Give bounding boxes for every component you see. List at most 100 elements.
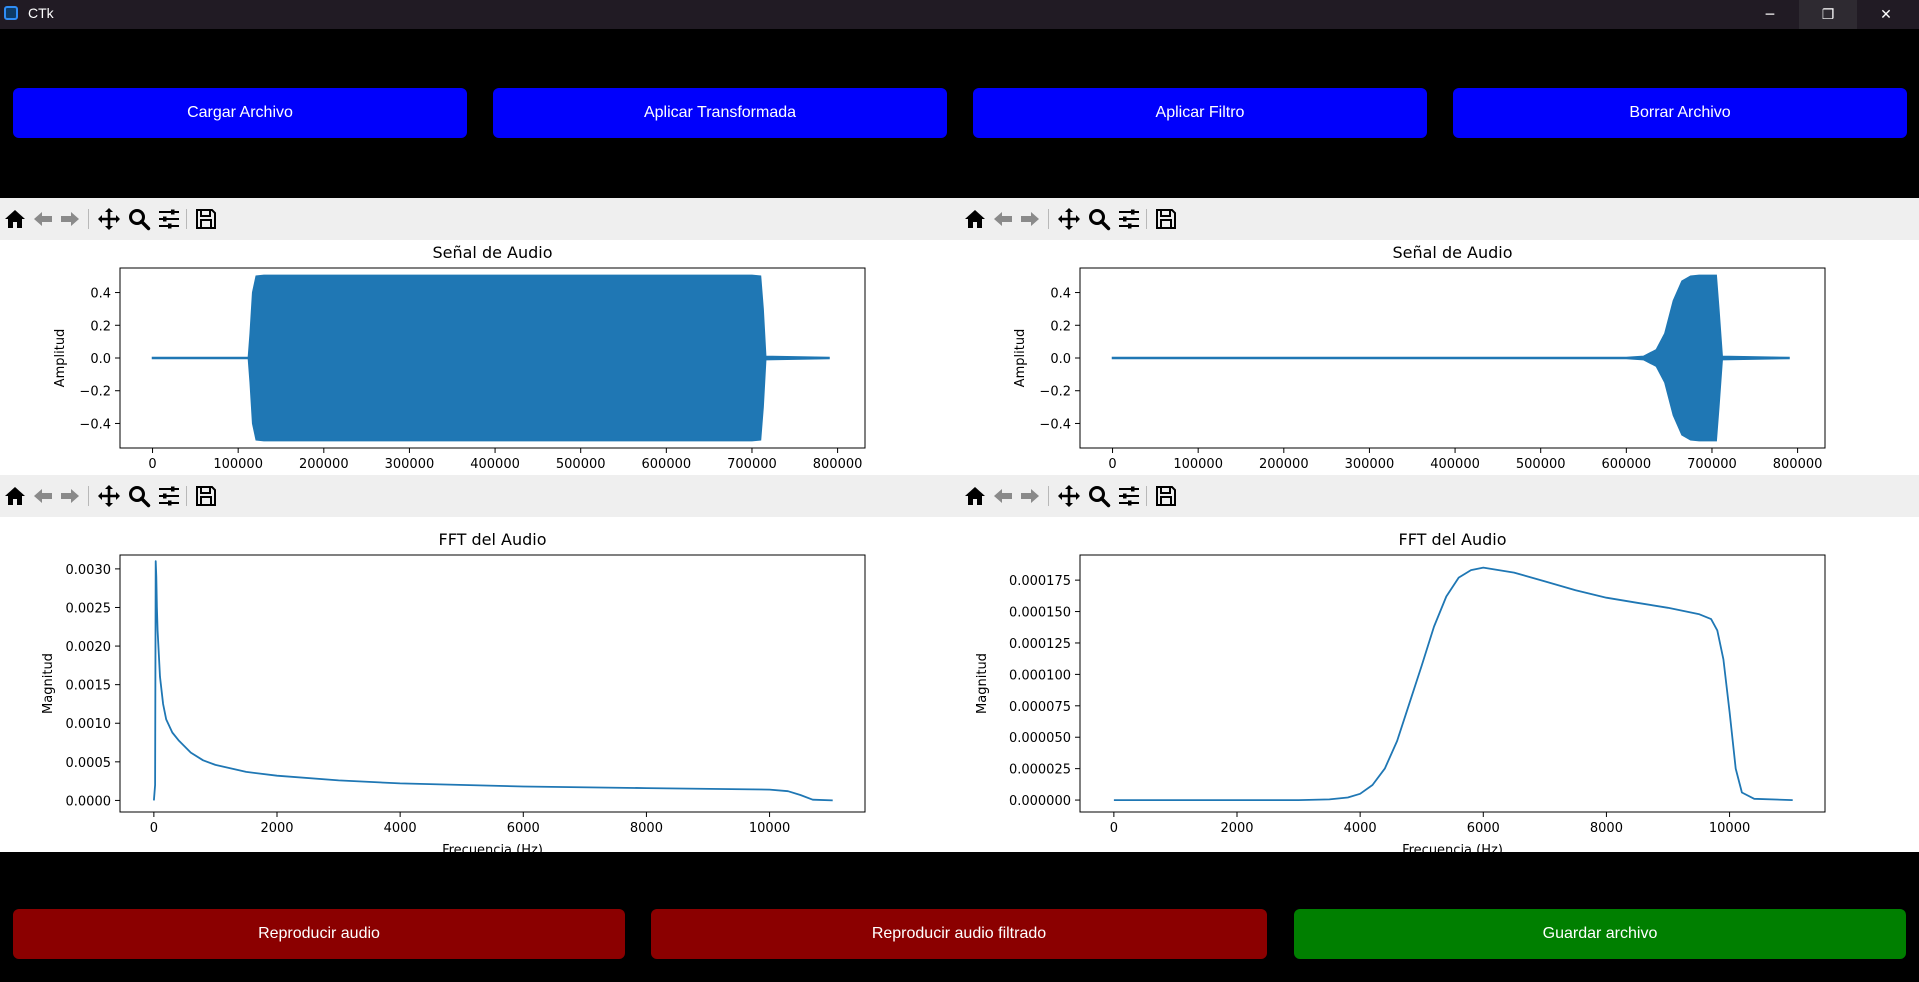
original-fft-plot[interactable]: FFT del Audio Magnitud Frecuencia (Hz) 0 200… (0, 517, 960, 852)
home-icon[interactable] (963, 484, 987, 508)
app-icon (4, 6, 18, 20)
x-tick-label: 0 (148, 457, 156, 472)
chart-title: Señal de Audio (432, 243, 552, 262)
original-fft-panel: FFT del Audio Magnitud Frecuencia (Hz) 0 200… (0, 475, 960, 852)
x-tick-label: 200000 (1259, 457, 1309, 472)
chart-svg: Señal de Audio Amplitud 0 100000 200000 30000… (1013, 243, 1826, 472)
chart-svg: Señal de Audio Amplitud 0 100000 200000 30000… (53, 243, 866, 472)
forward-arrow-icon[interactable] (1018, 484, 1042, 508)
close-button[interactable]: ✕ (1857, 0, 1915, 29)
chart-svg: FFT del Audio Magnitud Frecuencia (Hz) 0 200… (975, 530, 1826, 852)
filtered-fft-plot[interactable]: FFT del Audio Magnitud Frecuencia (Hz) 0 200… (960, 517, 1919, 852)
original-signal-plot[interactable]: Señal de Audio Amplitud 0 100000 200000 30000… (0, 240, 960, 475)
play-filtered-audio-button[interactable]: Reproducir audio filtrado (651, 909, 1267, 959)
zoom-icon[interactable] (1087, 484, 1111, 508)
forward-arrow-icon[interactable] (58, 207, 82, 231)
x-tick-label: 800000 (813, 457, 863, 472)
y-tick-label: −0.4 (79, 417, 111, 432)
y-tick-label: 0.0025 (66, 601, 112, 616)
toolbar-separator (1146, 209, 1147, 229)
axes-frame (1079, 554, 1826, 813)
pan-icon[interactable] (97, 207, 121, 231)
filtered-fft-panel: FFT del Audio Magnitud Frecuencia (Hz) 0 200… (960, 475, 1919, 852)
minimize-button[interactable]: ─ (1741, 0, 1799, 29)
x-tick-label: 100000 (1173, 457, 1223, 472)
fft-line (153, 560, 833, 802)
y-tick-label: 0.0015 (66, 679, 112, 694)
x-tick-label: 0 (1110, 821, 1118, 836)
axes-frame (119, 554, 866, 813)
signal-waveform (151, 274, 830, 442)
y-tick-label: 0.0030 (66, 563, 112, 578)
save-icon[interactable] (194, 207, 218, 231)
x-tick-label: 4000 (1344, 821, 1377, 836)
y-tick-label: 0.000100 (1009, 668, 1071, 683)
back-arrow-icon[interactable] (991, 207, 1015, 231)
x-tick-label: 700000 (1687, 457, 1737, 472)
toolbar-separator (1048, 209, 1049, 229)
x-tick-label: 500000 (1516, 457, 1566, 472)
y-tick-label: −0.4 (1039, 417, 1071, 432)
play-audio-button[interactable]: Reproducir audio (13, 909, 625, 959)
y-tick-label: 0.000075 (1009, 700, 1071, 715)
y-tick-label: 0.0005 (66, 756, 112, 771)
signal-waveform (1111, 274, 1790, 442)
toolbar-separator (1048, 486, 1049, 506)
apply-filter-button[interactable]: Aplicar Filtro (973, 88, 1427, 138)
x-tick-label: 2000 (1220, 821, 1253, 836)
subplots-icon[interactable] (1117, 207, 1141, 231)
pan-icon[interactable] (97, 484, 121, 508)
subplots-icon[interactable] (157, 484, 181, 508)
save-icon[interactable] (1154, 484, 1178, 508)
y-axis-label: Magnitud (975, 653, 990, 714)
x-tick-label: 400000 (470, 457, 520, 472)
load-file-button[interactable]: Cargar Archivo (13, 88, 467, 138)
apply-transform-button[interactable]: Aplicar Transformada (493, 88, 947, 138)
chart-title: FFT del Audio (1399, 530, 1507, 549)
y-tick-label: 0.000050 (1009, 731, 1071, 746)
save-icon[interactable] (1154, 207, 1178, 231)
y-tick-label: 0.0 (1050, 352, 1071, 367)
forward-arrow-icon[interactable] (1018, 207, 1042, 231)
y-tick-label: −0.2 (1039, 385, 1071, 400)
zoom-icon[interactable] (127, 207, 151, 231)
x-tick-label: 700000 (727, 457, 777, 472)
y-tick-label: 0.000125 (1009, 637, 1071, 652)
home-icon[interactable] (963, 207, 987, 231)
zoom-icon[interactable] (1087, 207, 1111, 231)
y-tick-label: 0.000150 (1009, 606, 1071, 621)
plot-toolbar (0, 198, 960, 240)
plot-toolbar (960, 198, 1919, 240)
zoom-icon[interactable] (127, 484, 151, 508)
save-icon[interactable] (194, 484, 218, 508)
y-tick-label: 0.4 (1050, 287, 1071, 302)
x-tick-label: 300000 (385, 457, 435, 472)
x-tick-label: 10000 (749, 821, 790, 836)
x-axis-label: Frecuencia (Hz) (442, 843, 543, 852)
y-tick-label: 0.0 (90, 352, 111, 367)
save-file-button[interactable]: Guardar archivo (1294, 909, 1906, 959)
delete-file-button[interactable]: Borrar Archivo (1453, 88, 1907, 138)
home-icon[interactable] (3, 484, 27, 508)
x-tick-label: 500000 (556, 457, 606, 472)
back-arrow-icon[interactable] (31, 484, 55, 508)
y-axis-label: Magnitud (41, 653, 56, 714)
toolbar-separator (88, 486, 89, 506)
title-bar: CTk ─ ❐ ✕ (0, 0, 1919, 29)
filtered-signal-plot[interactable]: Señal de Audio Amplitud 0 100000 200000 30000… (960, 240, 1919, 475)
pan-icon[interactable] (1057, 484, 1081, 508)
home-icon[interactable] (3, 207, 27, 231)
y-tick-label: 0.000000 (1009, 794, 1071, 809)
x-tick-label: 800000 (1773, 457, 1823, 472)
x-tick-label: 0 (150, 821, 158, 836)
pan-icon[interactable] (1057, 207, 1081, 231)
back-arrow-icon[interactable] (31, 207, 55, 231)
subplots-icon[interactable] (1117, 484, 1141, 508)
restore-button[interactable]: ❐ (1799, 0, 1857, 29)
x-tick-label: 6000 (507, 821, 540, 836)
window-title: CTk (28, 5, 54, 21)
forward-arrow-icon[interactable] (58, 484, 82, 508)
subplots-icon[interactable] (157, 207, 181, 231)
chart-title: Señal de Audio (1392, 243, 1512, 262)
back-arrow-icon[interactable] (991, 484, 1015, 508)
